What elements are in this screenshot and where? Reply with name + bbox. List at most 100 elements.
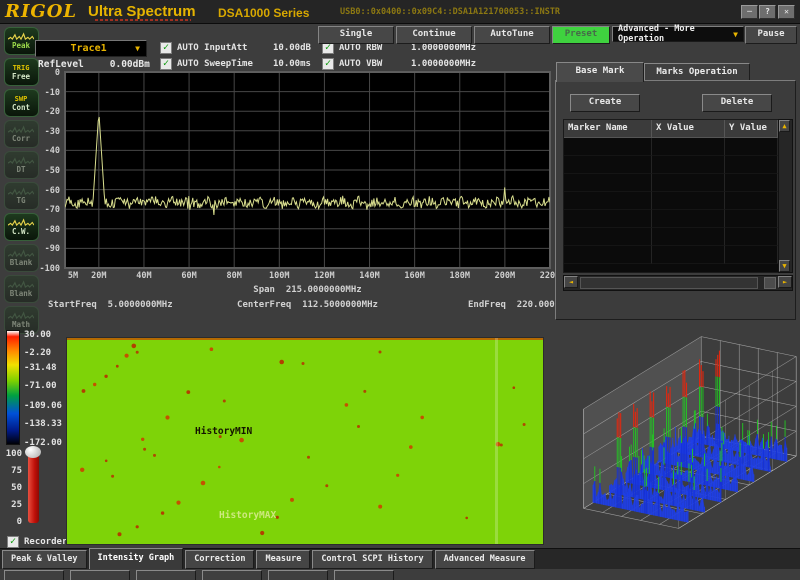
create-button[interactable]: Create xyxy=(570,94,640,112)
sidebar-button-label: Blank xyxy=(10,258,33,267)
checkbox-check-icon: ✓ xyxy=(7,536,19,548)
scroll-right-icon[interactable]: ► xyxy=(778,276,792,288)
table-cell xyxy=(564,228,652,246)
x-tick-label: 20M xyxy=(91,271,106,281)
tab-correction[interactable]: Correction xyxy=(185,550,254,569)
ref-level-value: 0.00dBm xyxy=(110,59,150,70)
spectrum-plot[interactable] xyxy=(65,72,550,268)
intensity-marker-stripe xyxy=(495,338,498,544)
waterfall-3d-plot[interactable] xyxy=(552,326,798,548)
preset-button[interactable]: Preset xyxy=(552,26,610,44)
colorbar-tick-label: -31.48 xyxy=(24,363,57,373)
x-tick-label: 200M xyxy=(495,271,515,281)
single-button[interactable]: Single xyxy=(318,26,394,44)
checkbox-auto-sweeptime[interactable]: ✓AUTO SweepTime10.00ms xyxy=(160,56,311,72)
x-tick-label: 120M xyxy=(314,271,334,281)
scrollbar-thumb[interactable] xyxy=(580,277,758,289)
table-cell xyxy=(564,156,652,174)
waveform-icon xyxy=(8,32,34,41)
column-header-y-value[interactable]: Y Value xyxy=(725,120,778,137)
table-cell xyxy=(564,210,652,228)
table-row xyxy=(564,156,778,174)
scrollbar-box[interactable] xyxy=(764,277,776,289)
checkbox-label: AUTO InputAtt xyxy=(177,43,273,53)
close-button[interactable]: ✕ xyxy=(778,5,795,19)
intensity-slider[interactable] xyxy=(28,453,39,523)
checkbox-value: 1.0000000MHz xyxy=(411,59,476,69)
bottom-button-6[interactable] xyxy=(334,570,394,580)
delete-button[interactable]: Delete xyxy=(702,94,772,112)
table-cell xyxy=(652,192,725,210)
table-row xyxy=(564,192,778,210)
column-header-marker-name[interactable]: Marker Name xyxy=(564,120,652,137)
y-tick-label: -10 xyxy=(45,88,60,98)
tab-base-mark[interactable]: Base Mark xyxy=(556,62,644,82)
sidebar-button-topline: SWP xyxy=(15,95,28,103)
help-button[interactable]: ? xyxy=(759,5,776,19)
intensity-top-history-line xyxy=(67,338,543,340)
horizontal-scrollbar[interactable]: ◄ ► xyxy=(563,275,793,291)
bottom-button-2[interactable] xyxy=(70,570,130,580)
intensity-graph[interactable]: HistoryMIN HistoryMAX xyxy=(66,337,544,545)
app-title: Ultra Spectrum xyxy=(88,3,196,20)
chevron-down-icon: ▼ xyxy=(135,44,140,53)
recorder-checkbox[interactable]: ✓ Recorder xyxy=(7,536,67,548)
checkbox-auto-vbw[interactable]: ✓AUTO VBW1.0000000MHz xyxy=(322,56,476,72)
waveform-icon xyxy=(8,280,34,289)
trace-select-dropdown[interactable]: Trace1 ▼ xyxy=(35,40,147,57)
waveform-icon xyxy=(8,218,34,227)
waveform-icon xyxy=(8,125,34,134)
checkbox-value: 1.0000000MHz xyxy=(411,43,476,53)
x-tick-label: 140M xyxy=(359,271,379,281)
table-cell xyxy=(725,138,778,156)
autotune-button[interactable]: AutoTune xyxy=(474,26,550,44)
marker-table-header: Marker NameX ValueY Value xyxy=(564,120,778,138)
auto-checkbox-group-1: ✓AUTO InputAtt10.00dB✓AUTO SweepTime10.0… xyxy=(160,40,311,72)
table-cell xyxy=(725,156,778,174)
checkbox-auto-inputatt[interactable]: ✓AUTO InputAtt10.00dB xyxy=(160,40,311,56)
table-cell xyxy=(725,210,778,228)
advanced-more-operation-menu[interactable]: Advanced - More Operation ▼ xyxy=(612,26,744,42)
tab-intensity-graph[interactable]: Intensity Graph xyxy=(89,548,184,569)
tab-advanced-measure[interactable]: Advanced Measure xyxy=(435,550,535,569)
x-tick-label: 100M xyxy=(269,271,289,281)
table-row xyxy=(564,228,778,246)
continue-button[interactable]: Continue xyxy=(396,26,472,44)
bottom-button-5[interactable] xyxy=(268,570,328,580)
checkbox-label: AUTO VBW xyxy=(339,59,411,69)
bottom-button-1[interactable] xyxy=(4,570,64,580)
marker-table: Marker NameX ValueY Value xyxy=(563,119,779,273)
minimize-button[interactable]: ─ xyxy=(741,5,758,19)
scroll-up-icon[interactable]: ▲ xyxy=(779,120,790,132)
tab-peak-valley[interactable]: Peak & Valley xyxy=(2,550,87,569)
scroll-left-icon[interactable]: ◄ xyxy=(564,276,578,288)
sidebar-button-label: Corr xyxy=(12,134,30,143)
sidebar-button-peak[interactable]: Peak xyxy=(4,27,39,55)
scroll-down-icon[interactable]: ▼ xyxy=(779,260,790,272)
bottom-button-3[interactable] xyxy=(136,570,196,580)
color-scale-bar xyxy=(6,330,20,445)
series-title: DSA1000 Series xyxy=(218,6,309,20)
colorbar-tick-label: -2.20 xyxy=(24,348,51,358)
span-readout: Span 215.0000000MHz xyxy=(65,285,550,295)
bottom-button-4[interactable] xyxy=(202,570,262,580)
title-bar: RIGOL Ultra Spectrum DSA1000 Series USB0… xyxy=(0,0,800,24)
slider-handle[interactable] xyxy=(25,446,41,458)
tab-control-scpi-history[interactable]: Control SCPI History xyxy=(312,550,432,569)
checkbox-check-icon: ✓ xyxy=(160,42,172,54)
tab-measure[interactable]: Measure xyxy=(256,550,310,569)
column-header-x-value[interactable]: X Value xyxy=(652,120,725,137)
table-cell xyxy=(652,246,725,264)
sidebar-button-blank-2[interactable]: Blank xyxy=(4,275,39,303)
checkbox-label: AUTO RBW xyxy=(339,43,411,53)
advanced-menu-label: Advanced - More Operation xyxy=(618,24,733,44)
pause-button[interactable]: Pause xyxy=(745,26,797,44)
table-cell xyxy=(652,138,725,156)
waveform-icon xyxy=(8,156,34,165)
y-tick-label: -30 xyxy=(45,127,60,137)
vertical-scrollbar[interactable]: ▲ ▼ xyxy=(778,119,793,273)
table-cell xyxy=(564,138,652,156)
rigol-logo: RIGOL xyxy=(5,1,77,22)
history-min-label: HistoryMIN xyxy=(195,426,252,437)
sidebar-button-label: C.W. xyxy=(12,227,30,236)
